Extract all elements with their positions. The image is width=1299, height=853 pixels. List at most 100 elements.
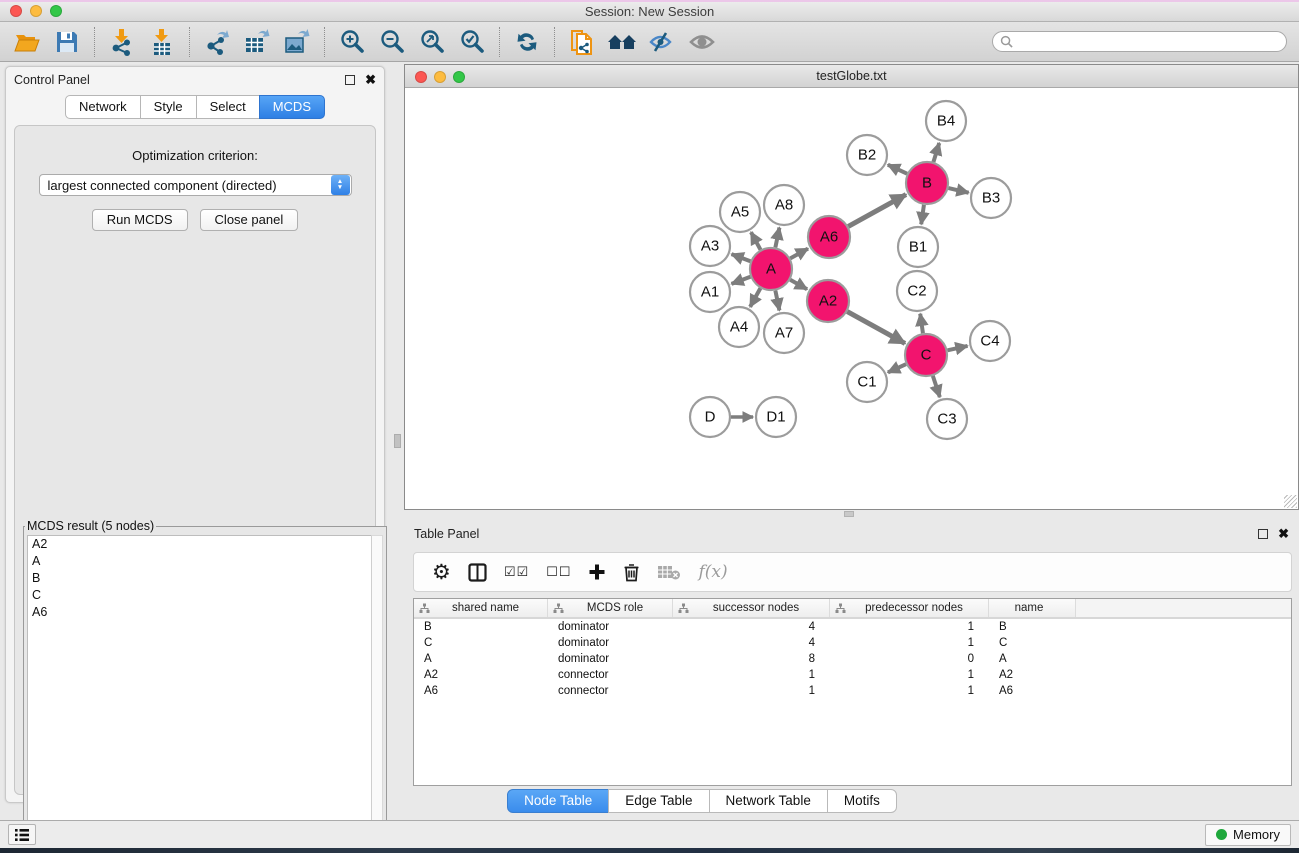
export-image-button[interactable] (280, 26, 314, 58)
import-table-button[interactable] (145, 26, 179, 58)
graph-edge-B-B4[interactable] (933, 143, 939, 162)
graph-edge-A-A6[interactable] (790, 249, 808, 259)
table-cell[interactable]: 0 (830, 653, 989, 665)
table-row[interactable]: Cdominator41C (414, 635, 1291, 651)
network-canvas[interactable]: B4B2BB3A8A5A6A3B1AA1C2A2A4A7C4CC1C3DD1 (405, 88, 1298, 509)
table-row[interactable]: Bdominator41B (414, 619, 1291, 635)
import-network-button[interactable] (105, 26, 139, 58)
graph-node-B3[interactable]: B3 (971, 178, 1011, 218)
horizontal-splitter-handle[interactable] (844, 511, 854, 517)
graph-node-A1[interactable]: A1 (690, 272, 730, 312)
graph-edge-B-B3[interactable] (948, 188, 968, 193)
open-file-button[interactable] (10, 26, 44, 58)
mcds-result-item[interactable]: A (28, 553, 372, 570)
vertical-splitter-handle[interactable] (394, 434, 401, 448)
table-cell[interactable]: C (414, 637, 548, 649)
graph-edge-A6-B[interactable] (848, 195, 906, 227)
graph-edge-A2-C[interactable] (847, 312, 905, 344)
graph-edge-A-A2[interactable] (790, 280, 807, 289)
table-cell[interactable]: A2 (989, 669, 1076, 681)
graph-node-A[interactable]: A (750, 248, 792, 290)
column-header-predecessor-nodes[interactable]: predecessor nodes (830, 599, 989, 617)
select-all-icon[interactable]: ☑☑ (504, 565, 529, 580)
graph-edge-C-C4[interactable] (947, 346, 967, 350)
column-manager-icon[interactable] (468, 563, 487, 582)
table-cell[interactable]: 4 (673, 621, 830, 633)
table-cell[interactable]: 1 (830, 669, 989, 681)
column-header-name[interactable]: name (989, 599, 1076, 617)
graph-node-D[interactable]: D (690, 397, 730, 437)
graph-node-C4[interactable]: C4 (970, 321, 1010, 361)
mcds-result-item[interactable]: B (28, 570, 372, 587)
function-builder-icon[interactable]: f(x) (698, 562, 727, 582)
show-graphics-button[interactable] (685, 26, 719, 58)
optimization-criterion-select[interactable]: largest connected component (directed) ▲… (39, 174, 352, 196)
tab-style[interactable]: Style (140, 95, 197, 119)
export-network-button[interactable] (200, 26, 234, 58)
graph-node-C[interactable]: C (905, 334, 947, 376)
window-resize-grip[interactable] (1284, 495, 1297, 508)
export-table-button[interactable] (240, 26, 274, 58)
mcds-result-item[interactable]: A6 (28, 604, 372, 621)
table-cell[interactable]: dominator (548, 621, 673, 633)
delete-icon[interactable] (623, 562, 640, 582)
graph-node-A8[interactable]: A8 (764, 185, 804, 225)
close-panel-button[interactable]: Close panel (200, 209, 299, 231)
network-window-titlebar[interactable]: testGlobe.txt (405, 65, 1298, 88)
table-cell[interactable]: B (989, 621, 1076, 633)
graph-edge-A-A7[interactable] (775, 291, 779, 311)
table-cell[interactable]: 1 (830, 621, 989, 633)
zoom-out-button[interactable] (375, 26, 409, 58)
table-cell[interactable]: A6 (414, 685, 548, 697)
add-column-icon[interactable] (588, 563, 606, 581)
graph-node-C3[interactable]: C3 (927, 399, 967, 439)
settings-gear-icon[interactable]: ⚙ (432, 560, 451, 584)
delete-table-icon[interactable] (657, 564, 681, 580)
network-close-button[interactable] (415, 71, 427, 83)
hide-graphics-button[interactable] (645, 26, 679, 58)
table-row[interactable]: A2connector11A2 (414, 667, 1291, 683)
mcds-result-item[interactable]: A2 (28, 536, 372, 553)
refresh-button[interactable] (510, 26, 544, 58)
graph-node-A2[interactable]: A2 (807, 280, 849, 322)
search-input[interactable] (1018, 35, 1286, 49)
table-row[interactable]: A6connector11A6 (414, 683, 1291, 699)
table-cell[interactable]: C (989, 637, 1076, 649)
network-zoom-button[interactable] (453, 71, 465, 83)
zoom-selected-button[interactable] (455, 26, 489, 58)
graph-edge-A-A4[interactable] (750, 288, 760, 307)
column-header-MCDS-role[interactable]: MCDS role (548, 599, 673, 617)
graph-edge-C-C3[interactable] (933, 376, 940, 397)
table-cell[interactable]: B (414, 621, 548, 633)
graph-edge-C-C1[interactable] (888, 364, 906, 372)
tab-network-table[interactable]: Network Table (709, 789, 828, 813)
tab-edge-table[interactable]: Edge Table (608, 789, 709, 813)
network-minimize-button[interactable] (434, 71, 446, 83)
table-close-panel-icon[interactable]: ✖ (1278, 529, 1289, 539)
graph-node-A3[interactable]: A3 (690, 226, 730, 266)
graph-edge-B-B2[interactable] (888, 165, 907, 174)
table-cell[interactable]: 1 (830, 685, 989, 697)
zoom-window-button[interactable] (50, 5, 62, 17)
close-panel-icon[interactable]: ✖ (365, 75, 376, 85)
graph-node-B[interactable]: B (906, 162, 948, 204)
table-cell[interactable]: A6 (989, 685, 1076, 697)
graph-edge-A-A8[interactable] (775, 228, 779, 248)
table-cell[interactable]: dominator (548, 653, 673, 665)
graph-node-B1[interactable]: B1 (898, 227, 938, 267)
table-cell[interactable]: 1 (673, 685, 830, 697)
column-header-successor-nodes[interactable]: successor nodes (673, 599, 830, 617)
graph-node-A6[interactable]: A6 (808, 216, 850, 258)
graph-edge-C-C2[interactable] (920, 314, 923, 333)
home-button[interactable] (605, 26, 639, 58)
graph-node-C1[interactable]: C1 (847, 362, 887, 402)
graph-node-C2[interactable]: C2 (897, 271, 937, 311)
table-cell[interactable]: A2 (414, 669, 548, 681)
graph-node-A7[interactable]: A7 (764, 313, 804, 353)
graph-edge-B-B1[interactable] (921, 205, 924, 224)
task-history-button[interactable] (8, 824, 36, 845)
graph-edge-A-A3[interactable] (732, 254, 751, 261)
mcds-result-item[interactable]: C (28, 587, 372, 604)
table-cell[interactable]: 1 (830, 637, 989, 649)
table-cell[interactable]: A (989, 653, 1076, 665)
